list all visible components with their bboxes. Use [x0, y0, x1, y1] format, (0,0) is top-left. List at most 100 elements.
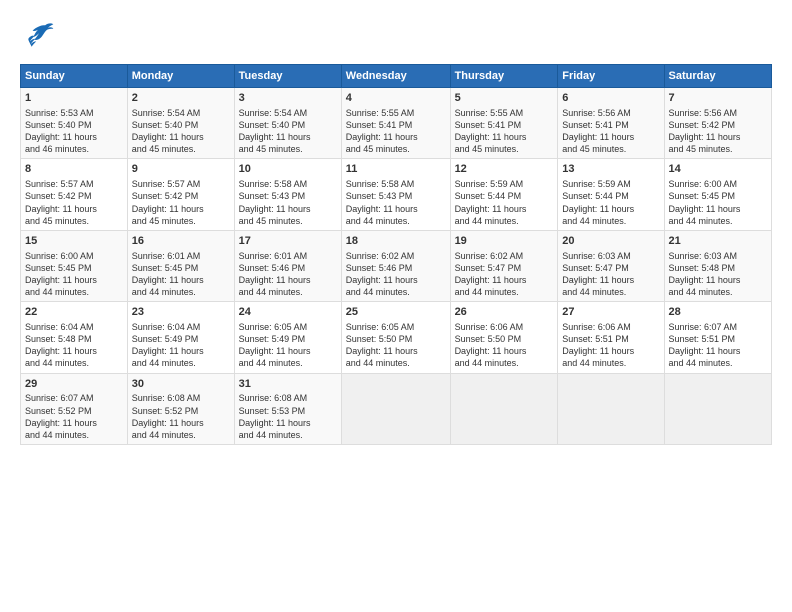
day-info-line: Sunrise: 6:08 AM — [132, 392, 230, 404]
page: SundayMondayTuesdayWednesdayThursdayFrid… — [0, 0, 792, 612]
day-number: 5 — [455, 91, 554, 106]
day-info-line: Sunrise: 5:59 AM — [455, 178, 554, 190]
day-info-line: and 44 minutes. — [25, 429, 123, 441]
day-number: 2 — [132, 91, 230, 106]
header — [20, 18, 772, 54]
day-info-line: Daylight: 11 hours — [455, 131, 554, 143]
day-info-line: Sunrise: 5:54 AM — [239, 107, 337, 119]
day-info-line: Daylight: 11 hours — [132, 345, 230, 357]
day-info-line: Sunset: 5:42 PM — [25, 190, 123, 202]
day-info-line: Sunrise: 6:02 AM — [346, 250, 446, 262]
calendar-cell: 28Sunrise: 6:07 AMSunset: 5:51 PMDayligh… — [664, 302, 771, 373]
day-info-line: Sunset: 5:47 PM — [562, 262, 659, 274]
calendar-week-5: 29Sunrise: 6:07 AMSunset: 5:52 PMDayligh… — [21, 373, 772, 444]
day-number: 22 — [25, 305, 123, 320]
calendar-cell: 4Sunrise: 5:55 AMSunset: 5:41 PMDaylight… — [341, 88, 450, 159]
day-info-line: and 46 minutes. — [25, 143, 123, 155]
day-info-line: Daylight: 11 hours — [132, 417, 230, 429]
day-info-line: Sunset: 5:45 PM — [25, 262, 123, 274]
day-info-line: Sunrise: 5:55 AM — [455, 107, 554, 119]
day-info-line: Sunrise: 6:04 AM — [25, 321, 123, 333]
calendar-cell: 19Sunrise: 6:02 AMSunset: 5:47 PMDayligh… — [450, 230, 558, 301]
day-info-line: and 44 minutes. — [562, 215, 659, 227]
day-info-line: Daylight: 11 hours — [562, 203, 659, 215]
calendar-cell: 10Sunrise: 5:58 AMSunset: 5:43 PMDayligh… — [234, 159, 341, 230]
calendar-cell: 29Sunrise: 6:07 AMSunset: 5:52 PMDayligh… — [21, 373, 128, 444]
day-info-line: and 45 minutes. — [239, 215, 337, 227]
day-number: 3 — [239, 91, 337, 106]
day-info-line: Sunset: 5:46 PM — [239, 262, 337, 274]
day-info-line: Sunset: 5:48 PM — [669, 262, 767, 274]
day-info-line: Daylight: 11 hours — [669, 345, 767, 357]
day-info-line: and 44 minutes. — [25, 286, 123, 298]
calendar-cell: 6Sunrise: 5:56 AMSunset: 5:41 PMDaylight… — [558, 88, 664, 159]
calendar-cell: 5Sunrise: 5:55 AMSunset: 5:41 PMDaylight… — [450, 88, 558, 159]
calendar-cell: 22Sunrise: 6:04 AMSunset: 5:48 PMDayligh… — [21, 302, 128, 373]
day-number: 30 — [132, 377, 230, 392]
calendar-cell: 31Sunrise: 6:08 AMSunset: 5:53 PMDayligh… — [234, 373, 341, 444]
day-info-line: Sunset: 5:49 PM — [132, 333, 230, 345]
day-info-line: Daylight: 11 hours — [562, 274, 659, 286]
calendar-cell: 24Sunrise: 6:05 AMSunset: 5:49 PMDayligh… — [234, 302, 341, 373]
day-info-line: Sunrise: 6:06 AM — [562, 321, 659, 333]
day-info-line: Sunset: 5:40 PM — [25, 119, 123, 131]
day-info-line: Sunset: 5:42 PM — [132, 190, 230, 202]
day-info-line: Daylight: 11 hours — [669, 274, 767, 286]
general-blue-logo-icon — [20, 18, 56, 54]
day-info-line: and 45 minutes. — [132, 143, 230, 155]
day-info-line: Daylight: 11 hours — [346, 345, 446, 357]
day-info-line: Sunrise: 5:57 AM — [25, 178, 123, 190]
day-number: 8 — [25, 162, 123, 177]
calendar-header: SundayMondayTuesdayWednesdayThursdayFrid… — [21, 65, 772, 88]
calendar-cell: 30Sunrise: 6:08 AMSunset: 5:52 PMDayligh… — [127, 373, 234, 444]
day-info-line: Sunset: 5:45 PM — [669, 190, 767, 202]
day-info-line: Sunrise: 5:59 AM — [562, 178, 659, 190]
day-info-line: Sunset: 5:40 PM — [132, 119, 230, 131]
day-info-line: Sunrise: 5:58 AM — [346, 178, 446, 190]
day-info-line: Sunrise: 6:04 AM — [132, 321, 230, 333]
day-info-line: and 44 minutes. — [669, 286, 767, 298]
day-info-line: Sunrise: 5:58 AM — [239, 178, 337, 190]
day-info-line: Sunset: 5:41 PM — [346, 119, 446, 131]
day-info-line: Daylight: 11 hours — [25, 131, 123, 143]
day-info-line: Sunrise: 5:54 AM — [132, 107, 230, 119]
day-info-line: Daylight: 11 hours — [669, 203, 767, 215]
calendar-cell: 9Sunrise: 5:57 AMSunset: 5:42 PMDaylight… — [127, 159, 234, 230]
day-info-line: Sunrise: 6:06 AM — [455, 321, 554, 333]
day-info-line: Sunset: 5:51 PM — [669, 333, 767, 345]
calendar-cell: 1Sunrise: 5:53 AMSunset: 5:40 PMDaylight… — [21, 88, 128, 159]
day-info-line: Sunrise: 6:03 AM — [669, 250, 767, 262]
day-info-line: and 45 minutes. — [346, 143, 446, 155]
day-info-line: Sunrise: 6:08 AM — [239, 392, 337, 404]
day-info-line: and 45 minutes. — [562, 143, 659, 155]
calendar-cell: 16Sunrise: 6:01 AMSunset: 5:45 PMDayligh… — [127, 230, 234, 301]
day-number: 21 — [669, 234, 767, 249]
day-info-line: Daylight: 11 hours — [239, 345, 337, 357]
day-info-line: Daylight: 11 hours — [25, 274, 123, 286]
day-info-line: Sunrise: 6:01 AM — [132, 250, 230, 262]
day-info-line: and 44 minutes. — [239, 286, 337, 298]
day-number: 28 — [669, 305, 767, 320]
day-info-line: and 44 minutes. — [346, 286, 446, 298]
calendar-cell — [664, 373, 771, 444]
day-info-line: and 45 minutes. — [455, 143, 554, 155]
day-info-line: Sunrise: 6:07 AM — [25, 392, 123, 404]
calendar-cell: 27Sunrise: 6:06 AMSunset: 5:51 PMDayligh… — [558, 302, 664, 373]
day-info-line: Daylight: 11 hours — [132, 274, 230, 286]
day-info-line: Sunrise: 6:05 AM — [346, 321, 446, 333]
day-number: 9 — [132, 162, 230, 177]
day-info-line: Sunrise: 6:00 AM — [669, 178, 767, 190]
day-info-line: Sunrise: 6:01 AM — [239, 250, 337, 262]
day-info-line: Sunset: 5:41 PM — [455, 119, 554, 131]
day-info-line: Daylight: 11 hours — [239, 203, 337, 215]
day-number: 20 — [562, 234, 659, 249]
day-info-line: Sunset: 5:53 PM — [239, 405, 337, 417]
day-info-line: and 45 minutes. — [25, 215, 123, 227]
day-info-line: Sunset: 5:43 PM — [346, 190, 446, 202]
calendar-cell: 8Sunrise: 5:57 AMSunset: 5:42 PMDaylight… — [21, 159, 128, 230]
day-number: 29 — [25, 377, 123, 392]
calendar-cell: 26Sunrise: 6:06 AMSunset: 5:50 PMDayligh… — [450, 302, 558, 373]
day-info-line: Daylight: 11 hours — [239, 417, 337, 429]
day-info-line: Sunset: 5:44 PM — [455, 190, 554, 202]
day-info-line: Daylight: 11 hours — [132, 131, 230, 143]
